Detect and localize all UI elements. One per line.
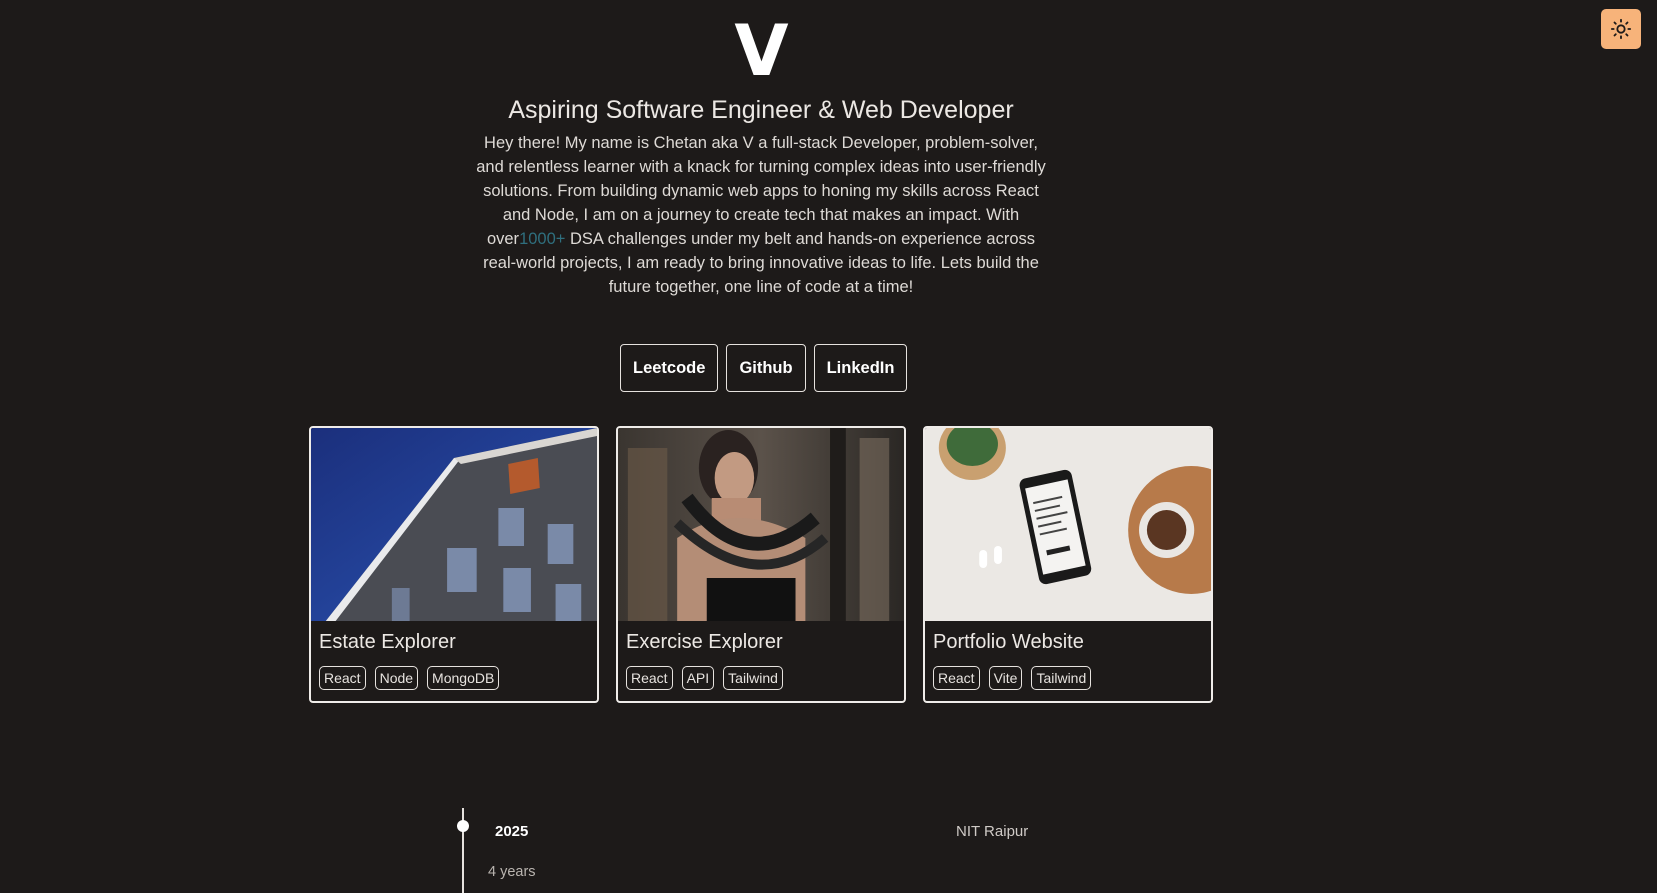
tech-tag: Node: [374, 666, 419, 690]
desk-phone-photo: [925, 428, 1211, 621]
building-photo: [311, 428, 597, 621]
projects-grid: Estate Explorer React Node MongoDB Exerc…: [309, 426, 1213, 703]
timeline-duration: 4 years: [488, 864, 536, 880]
tech-tag: React: [319, 666, 366, 690]
tech-tag: Tailwind: [1031, 666, 1092, 690]
tech-tag: MongoDB: [427, 666, 500, 690]
site-logo: V: [734, 10, 788, 92]
linkedin-button[interactable]: LinkedIn: [813, 344, 908, 392]
timeline-dot: [457, 820, 469, 832]
intro-text-end: DSA challenges under my belt and hands-o…: [483, 230, 1039, 296]
hero-tagline: Aspiring Software Engineer & Web Develop…: [508, 96, 1014, 124]
project-title: Exercise Explorer: [626, 631, 783, 653]
sun-icon: [1610, 18, 1632, 40]
timeline-organization: NIT Raipur: [956, 823, 1029, 840]
tech-tag: React: [626, 666, 673, 690]
portfolio-page: V Aspiring Software Engineer & Web Devel…: [0, 0, 1657, 893]
github-button[interactable]: Github: [726, 344, 806, 392]
project-card-exercise-explorer[interactable]: Exercise Explorer React API Tailwind: [616, 426, 906, 703]
hero-intro: Hey there! My name is Chetan aka V a ful…: [471, 131, 1051, 299]
tech-tags: React Vite Tailwind: [933, 666, 1211, 690]
project-title: Estate Explorer: [319, 631, 456, 653]
timeline-year: 2025: [495, 823, 529, 840]
tech-tag: Tailwind: [723, 666, 783, 690]
leetcode-button[interactable]: Leetcode: [620, 344, 719, 392]
tech-tag: Vite: [988, 666, 1023, 690]
project-card-portfolio-website[interactable]: Portfolio Website React Vite Tailwind: [923, 426, 1213, 703]
project-card-estate-explorer[interactable]: Estate Explorer React Node MongoDB: [309, 426, 599, 703]
tech-tag: React: [933, 666, 980, 690]
theme-toggle-button[interactable]: [1601, 9, 1641, 49]
dsa-count-highlight: 1000+: [519, 230, 566, 248]
fitness-photo: [618, 428, 904, 621]
project-title: Portfolio Website: [933, 631, 1084, 653]
profile-links: Leetcode Github LinkedIn: [620, 344, 908, 392]
hero-section: V Aspiring Software Engineer & Web Devel…: [0, 0, 1522, 299]
tech-tags: React Node MongoDB: [319, 666, 597, 690]
tech-tag: API: [681, 666, 715, 690]
tech-tags: React API Tailwind: [626, 666, 904, 690]
